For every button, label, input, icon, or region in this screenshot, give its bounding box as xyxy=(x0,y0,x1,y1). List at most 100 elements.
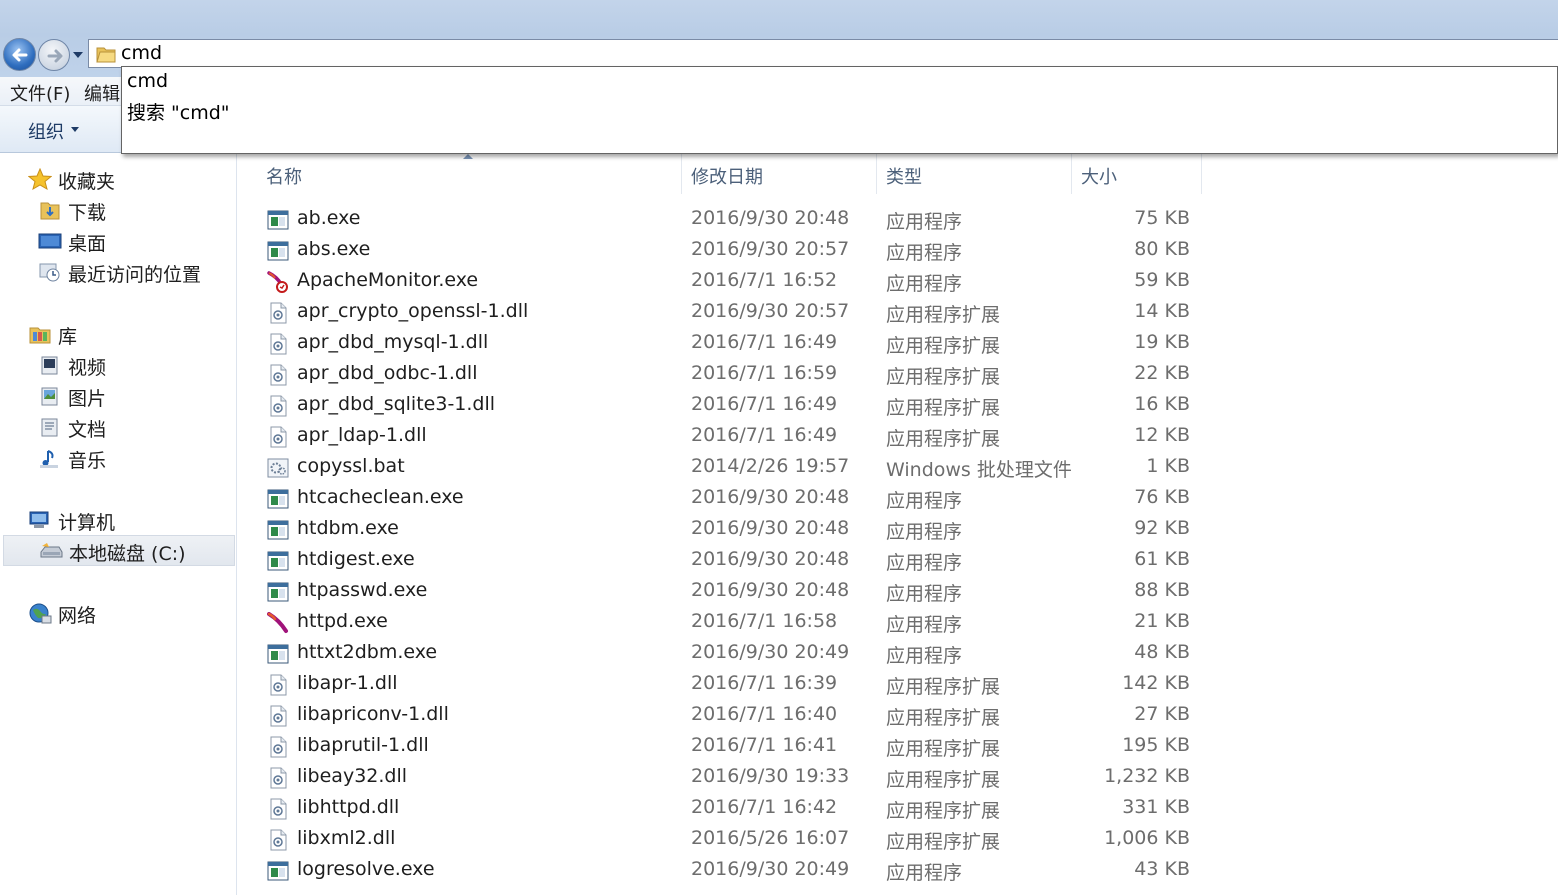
file-type: 应用程序 xyxy=(886,490,963,512)
file-type: 应用程序扩展 xyxy=(886,676,1001,698)
column-header-name[interactable]: 名称 xyxy=(266,163,302,189)
file-row[interactable]: apr_dbd_mysql-1.dll 2016/7/1 16:49 应用程序扩展 1… xyxy=(238,328,1558,359)
column-header-date[interactable]: 修改日期 xyxy=(691,163,763,189)
file-row[interactable]: libxml2.dll 2016/5/26 16:07 应用程序扩展 1,006 KB xyxy=(238,824,1558,855)
file-size: 142 KB xyxy=(1122,672,1190,694)
file-row[interactable]: logresolve.exe 2016/9/30 20:49 应用程序 43 KB xyxy=(238,855,1558,886)
column-header-type[interactable]: 类型 xyxy=(886,163,922,189)
desktop-icon xyxy=(38,233,62,249)
nav-label: 本地磁盘 (C:) xyxy=(69,543,186,565)
nav-network[interactable]: 网络 xyxy=(28,599,228,627)
organize-button[interactable]: 组织 xyxy=(28,118,64,144)
application-icon xyxy=(267,241,289,261)
nav-label: 图片 xyxy=(68,388,107,410)
file-row[interactable]: htpasswd.exe 2016/9/30 20:48 应用程序 88 KB xyxy=(238,576,1558,607)
network-icon xyxy=(29,603,52,624)
apache-feather-icon xyxy=(267,612,288,633)
application-icon xyxy=(267,551,289,571)
file-type: 应用程序扩展 xyxy=(886,738,1001,760)
dll-file-icon xyxy=(270,364,287,386)
file-name: ab.exe xyxy=(297,207,361,229)
file-type: 应用程序 xyxy=(886,242,963,264)
file-name: httpd.exe xyxy=(297,610,388,632)
computer-icon xyxy=(29,511,49,528)
file-type: 应用程序扩展 xyxy=(886,428,1001,450)
file-row[interactable]: ab.exe 2016/9/30 20:48 应用程序 75 KB xyxy=(238,204,1558,235)
address-input[interactable] xyxy=(121,42,1521,64)
file-row[interactable]: libaprutil-1.dll 2016/7/1 16:41 应用程序扩展 195 … xyxy=(238,731,1558,762)
file-size: 61 KB xyxy=(1134,548,1190,570)
column-divider[interactable] xyxy=(876,154,877,194)
nav-computer[interactable]: 计算机 xyxy=(28,506,228,534)
nav-item-documents[interactable]: 文档 xyxy=(38,413,228,441)
nav-item-pictures[interactable]: 图片 xyxy=(38,382,228,410)
file-row[interactable]: abs.exe 2016/9/30 20:57 应用程序 80 KB xyxy=(238,235,1558,266)
file-row[interactable]: libapr-1.dll 2016/7/1 16:39 应用程序扩展 142 KB xyxy=(238,669,1558,700)
file-row[interactable]: htdigest.exe 2016/9/30 20:48 应用程序 61 KB xyxy=(238,545,1558,576)
nav-item-recent-places[interactable]: 最近访问的位置 xyxy=(38,258,228,286)
address-bar[interactable] xyxy=(88,39,1558,68)
file-row[interactable]: ApacheMonitor.exe 2016/7/1 16:52 应用程序 59 KB xyxy=(238,266,1558,297)
file-size: 43 KB xyxy=(1134,858,1190,880)
suggestion-item[interactable]: 搜索 "cmd" xyxy=(127,98,230,125)
file-name: ApacheMonitor.exe xyxy=(297,269,479,291)
nav-label: 库 xyxy=(58,326,78,348)
nav-item-local-disk-c[interactable]: 本地磁盘 (C:) xyxy=(3,535,235,566)
dll-file-icon xyxy=(270,426,287,448)
nav-favorites[interactable]: 收藏夹 xyxy=(28,165,228,193)
file-name: apr_dbd_mysql-1.dll xyxy=(297,331,489,353)
file-row[interactable]: libeay32.dll 2016/9/30 19:33 应用程序扩展 1,232 K… xyxy=(238,762,1558,793)
column-divider[interactable] xyxy=(1071,154,1072,194)
file-row[interactable]: htcacheclean.exe 2016/9/30 20:48 应用程序 76 KB xyxy=(238,483,1558,514)
file-size: 21 KB xyxy=(1134,610,1190,632)
file-row[interactable]: apr_dbd_sqlite3-1.dll 2016/7/1 16:49 应用程序扩… xyxy=(238,390,1558,421)
nav-libraries[interactable]: 库 xyxy=(28,320,228,348)
column-divider[interactable] xyxy=(681,154,682,194)
file-row[interactable]: apr_ldap-1.dll 2016/7/1 16:49 应用程序扩展 12 KB xyxy=(238,421,1558,452)
menu-file[interactable]: 文件(F) xyxy=(10,80,70,106)
history-dropdown-icon[interactable] xyxy=(72,50,84,60)
application-icon xyxy=(267,210,289,230)
file-row[interactable]: apr_dbd_odbc-1.dll 2016/7/1 16:59 应用程序扩展 22… xyxy=(238,359,1558,390)
picture-library-icon xyxy=(41,387,58,406)
address-suggestions: cmd 搜索 "cmd" xyxy=(121,66,1558,154)
application-icon xyxy=(267,644,289,664)
file-name: libapriconv-1.dll xyxy=(297,703,449,725)
column-header-size[interactable]: 大小 xyxy=(1081,163,1117,189)
file-modified-date: 2016/9/30 19:33 xyxy=(691,765,850,787)
file-name: apr_dbd_sqlite3-1.dll xyxy=(297,393,496,415)
file-size: 76 KB xyxy=(1134,486,1190,508)
file-type: 应用程序扩展 xyxy=(886,831,1001,853)
file-size: 22 KB xyxy=(1134,362,1190,384)
application-icon xyxy=(267,861,289,881)
nav-item-downloads[interactable]: 下载 xyxy=(38,196,228,224)
file-row[interactable]: httpd.exe 2016/7/1 16:58 应用程序 21 KB xyxy=(238,607,1558,638)
back-button[interactable] xyxy=(3,38,36,71)
nav-item-music[interactable]: 音乐 xyxy=(38,444,228,472)
file-size: 59 KB xyxy=(1134,269,1190,291)
nav-item-desktop[interactable]: 桌面 xyxy=(38,227,228,255)
arrow-left-icon xyxy=(12,48,28,62)
file-modified-date: 2016/9/30 20:48 xyxy=(691,548,850,570)
nav-label: 下载 xyxy=(68,202,107,224)
downloads-folder-icon xyxy=(40,202,60,220)
file-modified-date: 2016/7/1 16:49 xyxy=(691,424,838,446)
file-row[interactable]: httxt2dbm.exe 2016/9/30 20:49 应用程序 48 KB xyxy=(238,638,1558,669)
forward-button[interactable] xyxy=(38,39,70,71)
column-divider[interactable] xyxy=(1201,154,1202,194)
file-row[interactable]: libapriconv-1.dll 2016/7/1 16:40 应用程序扩展 27 … xyxy=(238,700,1558,731)
file-size: 1,232 KB xyxy=(1104,765,1190,787)
file-row[interactable]: libhttpd.dll 2016/7/1 16:42 应用程序扩展 331 KB xyxy=(238,793,1558,824)
library-icon xyxy=(29,327,51,344)
file-size: 75 KB xyxy=(1134,207,1190,229)
nav-label: 文档 xyxy=(68,419,107,441)
file-row[interactable]: apr_crypto_openssl-1.dll 2016/9/30 20:57 应… xyxy=(238,297,1558,328)
nav-item-videos[interactable]: 视频 xyxy=(38,351,228,379)
file-type: 应用程序 xyxy=(886,645,963,667)
navigation-pane: 收藏夹 下载 桌面 最近访问的位置 库 视频 图片 文档 音乐 计算机 本地磁盘… xyxy=(0,154,237,895)
suggestion-item[interactable]: cmd xyxy=(127,70,168,92)
file-row[interactable]: htdbm.exe 2016/9/30 20:48 应用程序 92 KB xyxy=(238,514,1558,545)
menu-edit[interactable]: 编辑 xyxy=(84,80,120,106)
file-row[interactable]: copyssl.bat 2014/2/26 19:57 Windows 批处理文件 1… xyxy=(238,452,1558,483)
nav-label: 桌面 xyxy=(68,233,107,255)
